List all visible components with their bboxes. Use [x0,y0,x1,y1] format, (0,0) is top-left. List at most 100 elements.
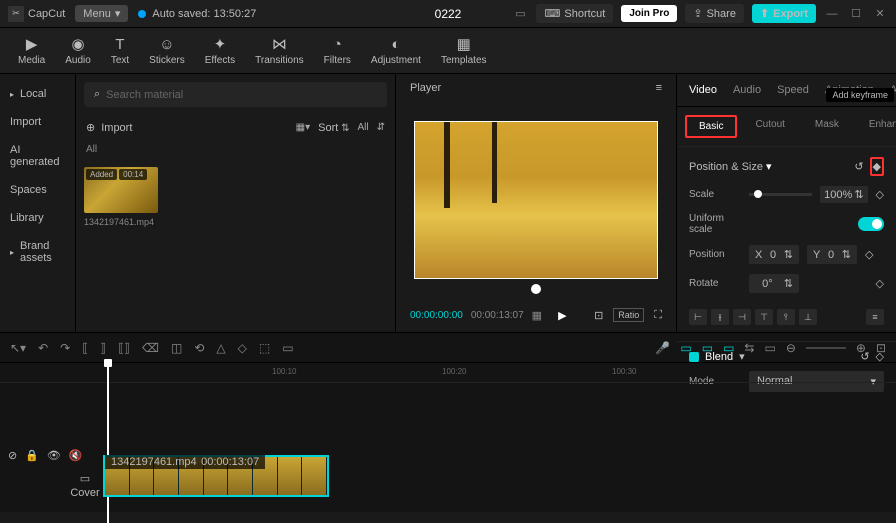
layout-icon[interactable]: ▭ [512,6,528,22]
play-button[interactable]: ▶ [558,309,566,322]
tl-tog-1[interactable]: ▭ [680,341,691,355]
scale-slider[interactable] [749,193,812,196]
tool-effects[interactable]: ✦Effects [195,31,245,70]
split-icon[interactable]: ⟦ [82,341,88,355]
subtab-mask[interactable]: Mask [803,115,851,138]
eye-icon[interactable]: 👁 [47,449,61,462]
undo-icon[interactable]: ↶ [38,341,48,355]
position-x-input[interactable]: X0⇅ [749,245,799,264]
tl-r-5[interactable]: ▭ [764,341,775,355]
align-right[interactable]: ⊣ [733,309,751,325]
sidebar-item-import[interactable]: Import [0,108,75,136]
align-center-h[interactable]: ⫲ [711,309,729,325]
transform-handle[interactable] [531,284,541,294]
position-y-input[interactable]: Y0⇅ [807,245,857,264]
delete-icon[interactable]: ⌫ [142,341,159,355]
sidebar-item-ai[interactable]: AI generated [0,136,75,176]
sidebar-item-local[interactable]: ▸Local [0,80,75,108]
grid-toggle-icon[interactable]: ▦ [532,309,542,322]
tool-templates[interactable]: ▦Templates [431,31,497,70]
all-tab[interactable]: All [76,140,395,159]
media-clip[interactable]: Added00:14 1342197461.mp4 [84,167,158,227]
preview-canvas[interactable] [414,121,658,279]
redo-icon[interactable]: ↷ [60,341,70,355]
align-center-v[interactable]: ⫯ [777,309,795,325]
minimize-icon[interactable]: — [824,6,840,22]
player-menu-icon[interactable]: ≡ [656,82,662,94]
tl-tool-6[interactable]: ⟲ [194,341,204,355]
align-extra[interactable]: ≡ [866,309,884,325]
tl-tool-8[interactable]: ◇ [238,341,247,355]
tl-tog-2[interactable]: ▭ [702,341,713,355]
tool-audio[interactable]: ◉Audio [55,31,101,70]
maximize-icon[interactable]: ☐ [848,6,864,22]
fit-icon[interactable]: ⊡ [876,341,886,355]
shortcut-button[interactable]: ⌨Shortcut [536,4,613,23]
timeline-clip[interactable]: 1342197461.mp4 00:00:13:07 [103,455,329,497]
tl-tool-10[interactable]: ▭ [282,341,293,355]
tl-r-4[interactable]: ⇆ [744,341,754,355]
tl-tool-5[interactable]: ◫ [171,341,182,355]
tab-audio[interactable]: Audio [725,80,769,100]
rotate-input[interactable]: 0°⇅ [749,274,799,293]
search-icon: ⌕ [94,88,100,101]
tool-media[interactable]: ▶Media [8,31,55,70]
tool-transitions[interactable]: ⋈Transitions [245,31,314,70]
duration-badge: 00:14 [119,169,147,180]
pointer-tool[interactable]: ↖▾ [10,341,26,355]
timecode-total: 00:00:13:07 [471,310,524,321]
tl-tool-7[interactable]: △ [216,341,225,355]
align-bottom[interactable]: ⊥ [799,309,817,325]
mute-icon[interactable]: 🔇 [69,449,83,462]
tool-adjustment[interactable]: ◐Adjustment [361,32,431,70]
split-right-icon[interactable]: ⟦⟧ [118,341,130,355]
lock2-icon[interactable]: 🔒 [25,449,39,462]
align-top[interactable]: ⊤ [755,309,773,325]
sidebar-item-library[interactable]: Library [0,204,75,232]
scale-keyframe-icon[interactable]: ◇ [876,188,884,201]
zoom-in-icon[interactable]: ⊕ [856,341,866,355]
grid-view-icon[interactable]: ▦▾ [296,122,310,133]
close-icon[interactable]: ✕ [872,6,888,22]
tool-filters[interactable]: ◔Filters [314,32,361,70]
join-pro-button[interactable]: Join Pro [621,5,677,22]
position-keyframe-icon[interactable]: ◇ [865,248,873,261]
zoom-slider[interactable] [806,347,846,349]
split-left-icon[interactable]: ⟧ [100,341,106,355]
subtab-basic[interactable]: Basic [685,115,737,138]
align-left[interactable]: ⊢ [689,309,707,325]
mic-icon[interactable]: 🎤 [655,341,670,355]
scale-value[interactable]: 100%⇅ [820,186,867,203]
tool-stickers[interactable]: ☺Stickers [139,32,195,70]
search-input[interactable]: ⌕Search material [84,82,387,107]
tab-video[interactable]: Video [681,80,725,100]
uniform-label: Uniform scale [689,213,741,235]
rotate-keyframe-icon[interactable]: ◇ [876,277,884,290]
reset-icon[interactable]: ↺ [854,160,863,173]
export-button[interactable]: ⬆Export [752,4,816,23]
uniform-toggle[interactable] [858,217,884,231]
cover-button[interactable]: ▭Cover [70,468,100,503]
fullscreen-icon[interactable]: ⛶ [654,309,662,322]
sort-button[interactable]: Sort ⇅ [318,122,349,134]
filter-all[interactable]: All [357,122,368,133]
tab-speed[interactable]: Speed [769,80,817,100]
crop-icon[interactable]: ⬚ [259,341,270,355]
tool-text[interactable]: TText [101,32,139,70]
quality-icon[interactable]: ⊡ [594,309,603,322]
menu-button[interactable]: Menu▾ [75,5,128,22]
sidebar-item-spaces[interactable]: Spaces [0,176,75,204]
import-button[interactable]: ⊕Import [86,121,132,134]
tl-tog-3[interactable]: ▭ [723,341,734,355]
added-badge: Added [86,169,117,180]
filter-icon[interactable]: ⇵ [377,122,385,133]
subtab-cutout[interactable]: Cutout [743,115,796,138]
ratio-button[interactable]: Ratio [613,308,644,322]
add-keyframe-button[interactable]: ◆ [870,157,884,176]
lock-icon[interactable]: ⊘ [8,449,17,462]
timeline-ruler[interactable]: 100:10 100:20 100:30 [0,363,896,383]
zoom-out-icon[interactable]: ⊖ [786,341,796,355]
share-button[interactable]: ⇪Share [685,4,744,23]
subtab-enhance[interactable]: Enhance [857,115,896,138]
sidebar-item-brand[interactable]: ▸Brand assets [0,232,75,272]
